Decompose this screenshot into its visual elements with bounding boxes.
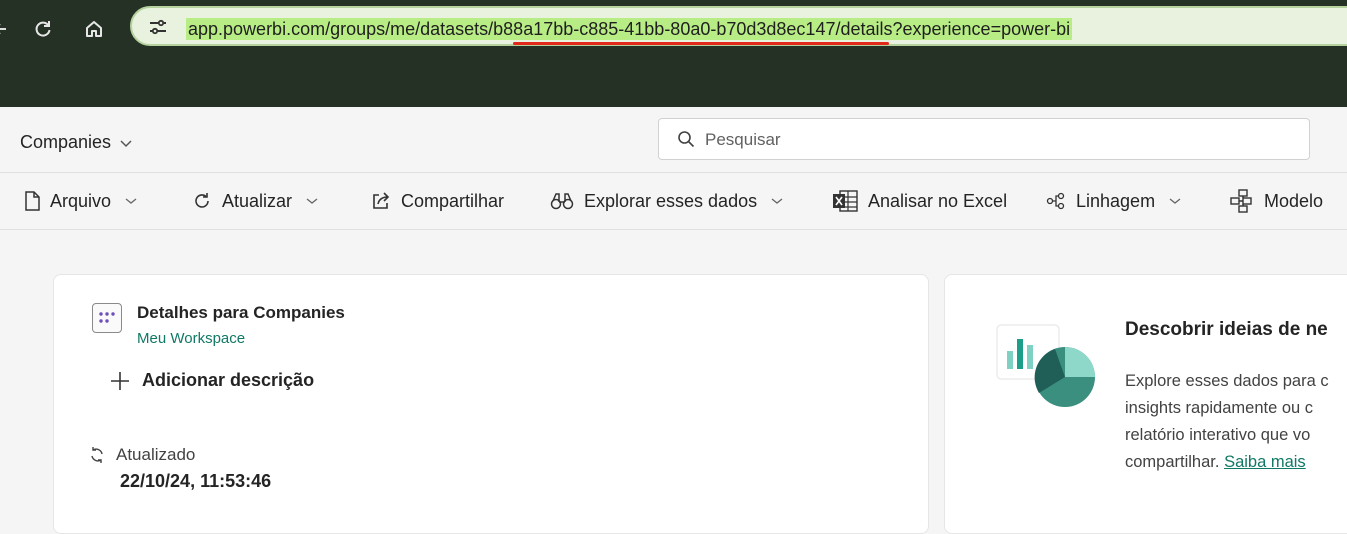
browser-toolbar: app.powerbi.com/groups/me/datasets/b88a1… [0,0,1347,107]
file-menu-label: Arquivo [50,190,112,211]
refresh-icon [195,193,209,208]
share-label: Compartilhar [401,190,505,211]
discover-text-line: insights rapidamente ou c [1125,399,1314,417]
add-description-label: Adicionar descrição [142,370,315,390]
lineage-button[interactable]: Linhagem [1046,189,1181,213]
dataset-icon [92,303,122,333]
discover-text-line: relatório interativo que vo [1125,426,1311,444]
discover-title: Descobrir ideias de ne [1125,319,1328,340]
refresh-button[interactable]: Atualizar [192,189,318,213]
refresh-label: Atualizar [222,190,293,211]
add-description-button[interactable]: Adicionar descrição [110,370,314,391]
model-button[interactable]: Modelo [1230,189,1323,213]
discover-text-line: compartilhar. [1125,453,1220,471]
discover-text-line: Explore esses dados para c [1125,372,1329,390]
home-icon[interactable] [79,14,109,44]
search-icon [677,130,695,153]
refreshed-label: Atualizado [88,445,195,465]
model-icon [1230,189,1252,213]
chevron-down-icon [125,198,137,204]
chevron-down-icon [1169,198,1181,204]
search-box[interactable] [658,118,1310,160]
excel-icon [833,190,858,212]
chevron-down-icon [120,139,132,147]
discover-description: Explore esses dados para c insights rapi… [1125,368,1347,476]
learn-more-link[interactable]: Saiba mais [1224,453,1306,471]
lineage-icon [1046,192,1065,210]
refreshed-date: 22/10/24, 11:53:46 [120,471,272,491]
search-input[interactable] [703,127,1267,153]
site-settings-icon[interactable] [148,18,168,41]
chevron-down-icon [771,198,783,204]
explore-data-button[interactable]: Explorar esses dados [550,189,783,213]
share-button[interactable]: Compartilhar [371,189,504,213]
reload-icon[interactable] [28,14,58,44]
share-icon [373,192,390,209]
workspace-link[interactable]: Meu Workspace [137,330,245,347]
explore-data-label: Explorar esses dados [584,190,758,211]
analyze-in-excel-label: Analisar no Excel [868,190,1008,211]
workspace-title-label: Companies [20,132,112,152]
dataset-details-page: Detalhes para Companies Meu Workspace Ad… [0,230,1347,534]
plus-icon [111,371,129,390]
refreshed-label-text: Atualizado [116,445,196,464]
file-menu-button[interactable]: Arquivo [24,189,137,213]
app-header: Companies [0,107,1347,172]
binoculars-icon [550,193,574,210]
analyze-in-excel-button[interactable]: Analisar no Excel [832,189,1007,213]
address-bar[interactable]: app.powerbi.com/groups/me/datasets/b88a1… [130,6,1347,46]
chevron-down-icon [306,198,318,204]
file-icon [25,191,40,211]
workspace-title[interactable]: Companies [20,132,133,153]
model-label: Modelo [1264,190,1324,211]
details-card: Detalhes para Companies Meu Workspace Ad… [53,274,929,534]
discover-card: Descobrir ideias de ne Explore esses dad… [944,274,1347,534]
chart-illustration-icon [993,321,1103,418]
sync-icon [91,447,103,463]
lineage-label: Linhagem [1076,190,1156,211]
command-bar: Arquivo Atualizar Compartilhar Explorar … [0,172,1347,230]
details-title: Detalhes para Companies [137,303,345,322]
back-icon[interactable] [0,14,16,44]
annotation-underline [513,42,889,45]
url-text[interactable]: app.powerbi.com/groups/me/datasets/b88a1… [186,18,1073,40]
